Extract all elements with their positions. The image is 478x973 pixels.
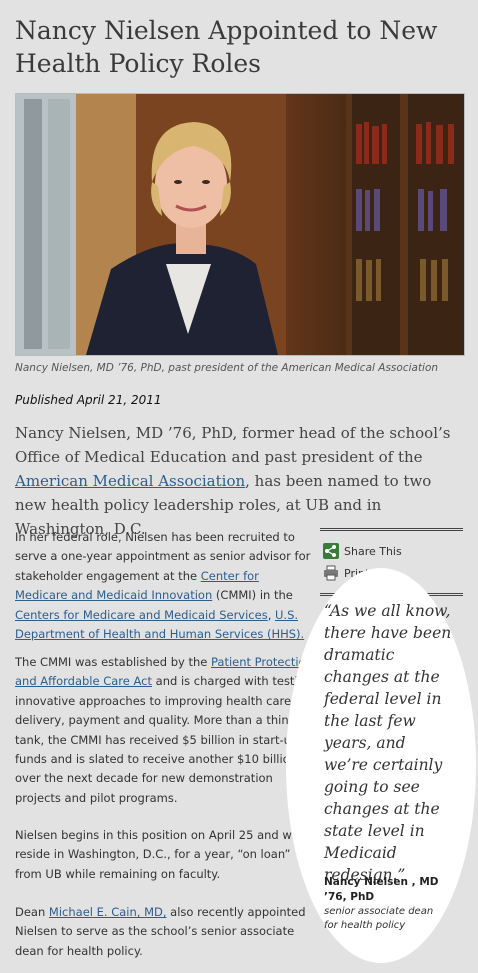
body-text: , (267, 607, 275, 622)
share-label: Share This (344, 544, 402, 558)
body-text: (CMMI) in the (212, 588, 293, 603)
printer-icon (323, 565, 339, 581)
share-button[interactable]: Share This (323, 543, 402, 559)
pull-quote: “As we all know, there have been dramati… (324, 602, 452, 884)
share-icon (323, 543, 339, 559)
pull-quote-name: Nancy Nielsen , MD ’76, PhD (324, 876, 439, 903)
body-text: and is charged with testing innovative a… (15, 674, 313, 805)
article-photo (15, 93, 465, 356)
lead-paragraph: Nancy Nielsen, MD ’76, PhD, former head … (15, 421, 465, 541)
body-text: Dean (15, 905, 49, 919)
published-value: April 21, 2011 (76, 393, 162, 407)
ama-link[interactable]: American Medical Association (15, 472, 245, 490)
cms-link[interactable]: Centers for Medicare and Medicaid Servic… (15, 608, 268, 622)
body-text: The CMMI was established by the (15, 655, 211, 669)
article-title: Nancy Nielsen Appointed to New Health Po… (15, 16, 438, 78)
body-paragraph-1: In her federal role, Nielsen has been re… (15, 528, 313, 644)
body-paragraph-3: Nielsen begins in this position on April… (15, 828, 302, 881)
michael-cain-link[interactable]: Michael E. Cain, MD, (49, 905, 167, 919)
pull-quote-role: senior associate dean for health policy (324, 906, 434, 931)
published-date: Published April 21, 2011 (15, 393, 162, 407)
published-label: Published (15, 393, 73, 407)
body-paragraph-2: The CMMI was established by the Patient … (15, 653, 313, 808)
portrait-photo (16, 94, 464, 355)
body-paragraph-4: Dean Michael E. Cain, MD, also recently … (15, 903, 313, 961)
lead-text: Nancy Nielsen, MD ’76, PhD, former head … (15, 424, 451, 466)
body-text: In her federal role, Nielsen has been re… (15, 530, 311, 583)
photo-caption: Nancy Nielsen, MD ’76, PhD, past preside… (15, 362, 439, 374)
